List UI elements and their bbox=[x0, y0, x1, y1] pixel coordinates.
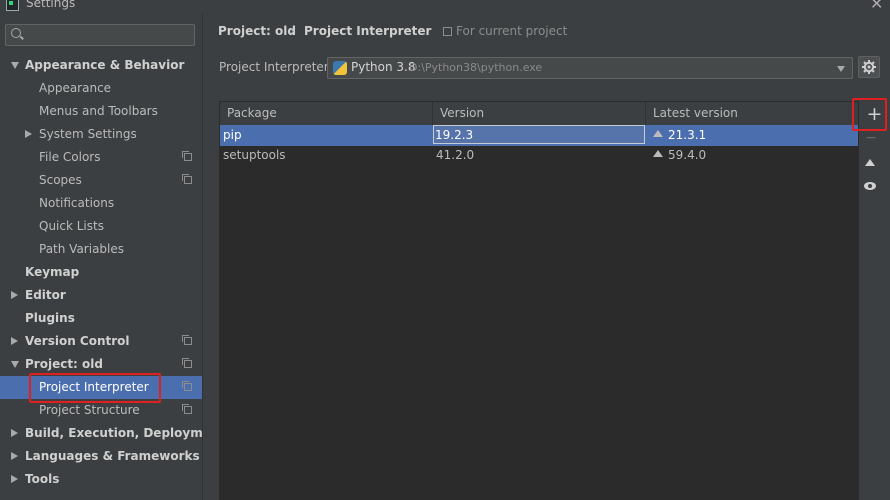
copy-icon bbox=[182, 381, 192, 391]
sidebar-item-label: Appearance & Behavior bbox=[25, 58, 185, 72]
upgrade-icon bbox=[865, 159, 875, 166]
python-icon bbox=[333, 61, 347, 75]
title-bar: Settings ✕ bbox=[0, 0, 890, 14]
project-interpreter-highlight bbox=[29, 373, 161, 403]
sidebar-item[interactable]: File Colors bbox=[0, 146, 202, 169]
chevron-down-icon[interactable] bbox=[11, 361, 19, 368]
sidebar-item[interactable]: Build, Execution, Deployment bbox=[0, 422, 225, 445]
sidebar-item[interactable]: Scopes bbox=[0, 169, 202, 192]
copy-icon bbox=[182, 358, 192, 368]
breadcrumb-separator: › bbox=[290, 24, 295, 38]
scope-text: For current project bbox=[456, 24, 568, 38]
version-edit-cell[interactable]: 19.2.3 bbox=[433, 125, 645, 144]
search-icon bbox=[11, 28, 21, 38]
window-title: Settings bbox=[26, 0, 76, 10]
package-name: setuptools bbox=[223, 148, 286, 162]
interpreter-path: D:\Python38\python.exe bbox=[409, 61, 543, 74]
close-icon[interactable]: ✕ bbox=[870, 0, 883, 13]
table-row[interactable]: pip 19.2.3 21.3.1 bbox=[220, 125, 858, 146]
latest-version-cell: 59.4.0 bbox=[650, 145, 706, 166]
copy-icon bbox=[182, 151, 192, 161]
sidebar-item[interactable]: Languages & Frameworks bbox=[0, 445, 202, 468]
chevron-down-icon bbox=[837, 66, 845, 72]
sidebar-item-label: Editor bbox=[25, 288, 66, 302]
sidebar-item[interactable]: Tools bbox=[0, 468, 202, 491]
interpreter-dropdown[interactable]: Python 3.8 D:\Python38\python.exe bbox=[327, 57, 853, 79]
sidebar-item-label: Appearance bbox=[39, 81, 112, 95]
sidebar-item-label: Plugins bbox=[25, 311, 75, 325]
sidebar-item-label: Quick Lists bbox=[39, 219, 104, 233]
search-input[interactable] bbox=[28, 26, 192, 46]
chevron-right-icon[interactable] bbox=[11, 337, 18, 345]
copy-icon bbox=[443, 27, 452, 36]
latest-version: 21.3.1 bbox=[668, 128, 707, 142]
sidebar-item[interactable]: Notifications bbox=[0, 192, 202, 215]
sidebar-item-label: Scopes bbox=[39, 173, 82, 187]
sidebar-item[interactable]: Menus and Toolbars bbox=[0, 100, 202, 123]
scope-label: For current project bbox=[443, 24, 567, 38]
table-row[interactable]: setuptools 41.2.0 59.4.0 bbox=[220, 145, 858, 166]
sidebar-item[interactable]: Keymap bbox=[0, 261, 202, 284]
sidebar-item[interactable]: Plugins bbox=[0, 307, 202, 330]
latest-version: 59.4.0 bbox=[668, 148, 707, 162]
column-version[interactable]: Version bbox=[433, 102, 646, 125]
table-header: Package Version Latest version bbox=[220, 102, 858, 126]
sidebar-item-label: System Settings bbox=[39, 127, 137, 141]
column-latest-version[interactable]: Latest version bbox=[646, 102, 858, 125]
sidebar-item-label: Notifications bbox=[39, 196, 115, 210]
search-box[interactable] bbox=[5, 24, 195, 46]
column-package[interactable]: Package bbox=[220, 102, 433, 125]
show-early-releases-button[interactable] bbox=[859, 175, 883, 199]
package-name: pip bbox=[223, 128, 242, 142]
copy-icon bbox=[182, 335, 192, 345]
sidebar-item-label: Build, Execution, Deployment bbox=[25, 426, 226, 440]
chevron-right-icon[interactable] bbox=[11, 429, 18, 437]
sidebar-item-label: Path Variables bbox=[39, 242, 125, 256]
app-icon bbox=[6, 0, 19, 11]
chevron-down-icon[interactable] bbox=[11, 62, 19, 69]
sidebar-item[interactable]: Version Control bbox=[0, 330, 202, 353]
add-button-highlight bbox=[852, 98, 887, 131]
breadcrumb-page: Project Interpreter bbox=[304, 24, 432, 38]
eye-pupil bbox=[868, 184, 872, 188]
breadcrumb-project[interactable]: Project: old bbox=[218, 24, 296, 38]
copy-icon bbox=[182, 404, 192, 414]
chevron-right-icon[interactable] bbox=[11, 475, 18, 483]
package-toolbar: + − bbox=[859, 101, 890, 500]
upgrade-package-button[interactable] bbox=[859, 151, 883, 175]
version-cell: 41.2.0 bbox=[436, 148, 475, 162]
sidebar-item[interactable]: Path Variables bbox=[0, 238, 202, 261]
interpreter-name: Python 3.8 bbox=[351, 60, 416, 74]
sidebar-item[interactable]: Appearance & Behavior bbox=[0, 54, 202, 77]
gear-icon bbox=[862, 60, 876, 74]
sidebar-item-label: File Colors bbox=[39, 150, 101, 164]
chevron-right-icon[interactable] bbox=[11, 452, 18, 460]
sidebar-item-label: Tools bbox=[25, 472, 60, 486]
upgrade-arrow-icon bbox=[653, 150, 663, 157]
interpreter-settings-button[interactable] bbox=[858, 56, 880, 78]
chevron-right-icon[interactable] bbox=[25, 130, 32, 138]
copy-icon bbox=[182, 174, 192, 184]
chevron-right-icon[interactable] bbox=[11, 291, 18, 299]
sidebar-item[interactable]: Appearance bbox=[0, 77, 202, 100]
sidebar-item[interactable]: Editor bbox=[0, 284, 202, 307]
interpreter-label: Project Interpreter: bbox=[219, 60, 333, 74]
sidebar-item[interactable]: Quick Lists bbox=[0, 215, 202, 238]
sidebar-item-label: Version Control bbox=[25, 334, 130, 348]
upgrade-arrow-icon bbox=[653, 130, 663, 137]
sidebar-item-label: Languages & Frameworks bbox=[25, 449, 200, 463]
sidebar-item[interactable]: System Settings bbox=[0, 123, 202, 146]
latest-version-cell: 21.3.1 bbox=[650, 125, 706, 146]
sidebar-item-label: Menus and Toolbars bbox=[39, 104, 158, 118]
sidebar-item-label: Keymap bbox=[25, 265, 80, 279]
